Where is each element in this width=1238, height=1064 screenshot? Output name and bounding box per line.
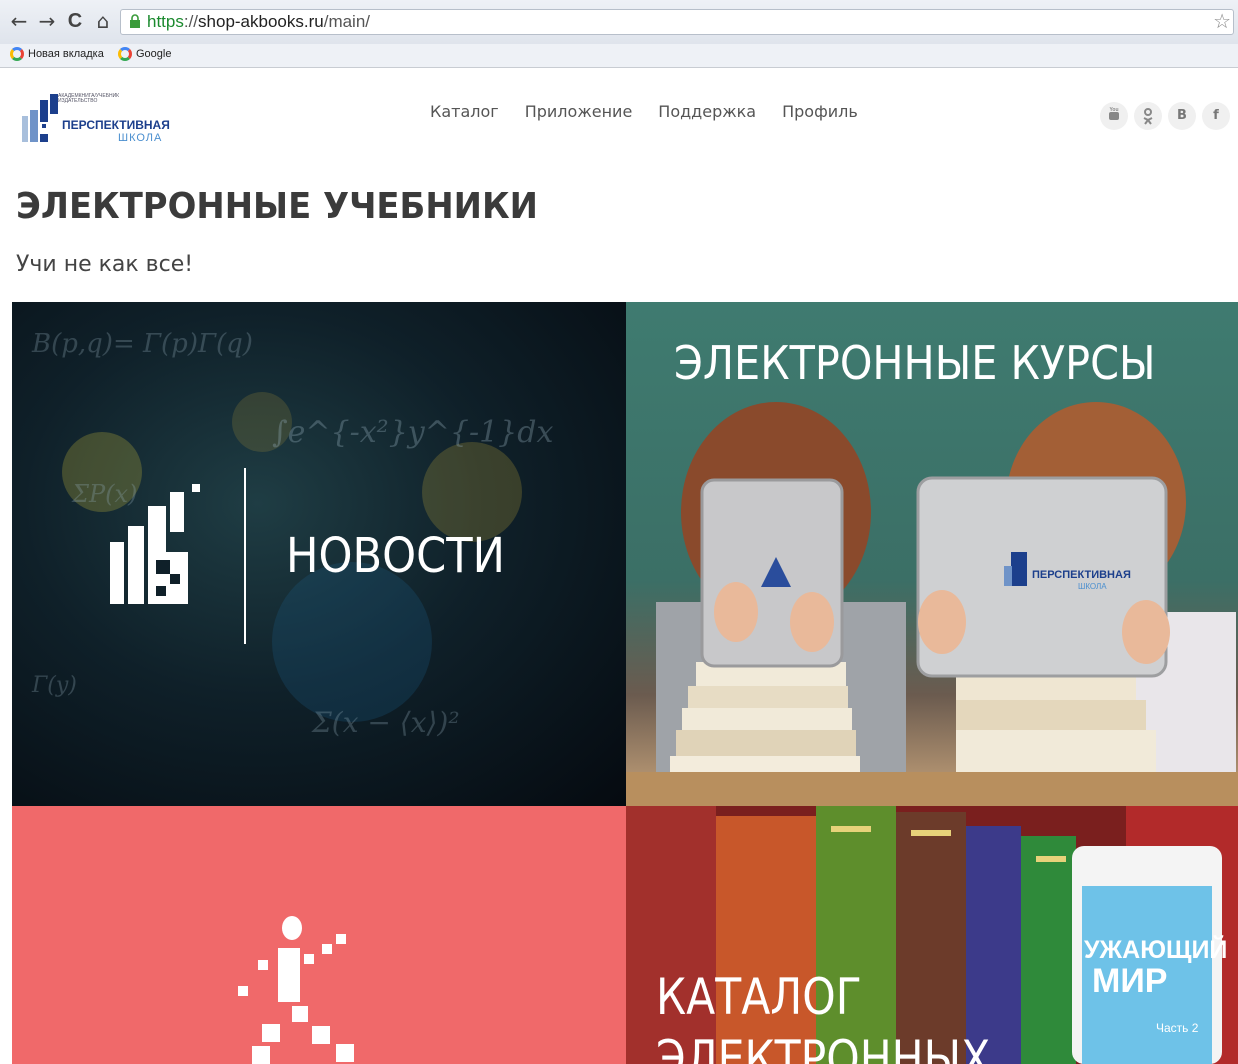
address-bar[interactable]: https://shop-akbooks.ru/main/ ☆ [120, 9, 1234, 35]
news-label: НОВОСТИ [286, 528, 505, 584]
bookmark-new-tab[interactable]: Новая вкладка [10, 47, 104, 61]
courses-label: ЭЛЕКТРОННЫЕ КУРСЫ [674, 336, 1156, 390]
book-cover-line1: УЖАЮЩИЙ [1084, 934, 1227, 964]
odnoklassniki-icon[interactable] [1134, 102, 1162, 130]
url-host: shop-akbooks.ru [198, 12, 324, 31]
svg-text:Σ(x − ⟨x⟩)²: Σ(x − ⟨x⟩)² [311, 706, 460, 739]
catalog-label-line1: КАТАЛОГ [656, 968, 862, 1026]
nav-item-catalog[interactable]: Каталог [430, 102, 499, 121]
vk-icon[interactable]: B [1168, 102, 1196, 130]
logo-title: ПЕРСПЕКТИВНАЯ [62, 118, 170, 132]
book-cover-part: Часть 2 [1156, 1021, 1199, 1035]
page-title: ЭЛЕКТРОННЫЕ УЧЕБНИКИ [16, 186, 538, 227]
url-text: https://shop-akbooks.ru/main/ [147, 10, 370, 34]
forward-arrow-icon[interactable]: → [36, 9, 58, 33]
home-icon[interactable]: ⌂ [92, 9, 114, 33]
svg-text:∫e^{-x²}y^{-1}dx: ∫e^{-x²}y^{-1}dx [272, 415, 553, 450]
youtube-glyph: You [1109, 107, 1119, 120]
catalog-label: КАТАЛОГ ЭЛЕКТРОННЫХ [656, 966, 990, 1064]
courses-tile[interactable]: ПЕРСПЕКТИВНАЯ ШКОЛА ЭЛЕКТРОННЫЕ КУРСЫ [626, 302, 1238, 806]
promo-tile[interactable] [12, 806, 626, 1064]
facebook-icon[interactable]: f [1202, 102, 1230, 130]
bookmark-label: Google [136, 48, 172, 60]
main-navigation: Каталог Приложение Поддержка Профиль [430, 102, 858, 121]
news-tile[interactable]: ∫e^{-x²}y^{-1}dx B(p,q)= Γ(p)Γ(q) ΣP(x) … [12, 302, 626, 806]
svg-text:You: You [1109, 107, 1118, 113]
bookmarks-bar: Новая вкладка Google [0, 44, 1238, 68]
url-scheme: https [147, 12, 184, 31]
google-icon [118, 47, 132, 61]
running-figure-icon [238, 916, 354, 1064]
ok-glyph [1143, 108, 1153, 125]
logo-small-text: АКАДЕМКНИГА/УЧЕБНИК ИЗДАТЕЛЬСТВО [58, 94, 138, 104]
logo-subtitle: ШКОЛА [118, 132, 163, 144]
lock-icon [130, 14, 140, 28]
logo-mark-icon [22, 94, 58, 142]
logo-small-line: ИЗДАТЕЛЬСТВО [58, 98, 98, 104]
nav-item-support[interactable]: Поддержка [658, 102, 756, 121]
social-links: You B f [1100, 102, 1230, 130]
google-icon [10, 47, 24, 61]
bookmark-google[interactable]: Google [118, 47, 171, 61]
reload-icon[interactable]: C [64, 9, 86, 33]
svg-text:ШКОЛА: ШКОЛА [1078, 582, 1107, 591]
svg-text:Γ(y): Γ(y) [31, 673, 77, 698]
url-separator: :// [183, 12, 199, 31]
bookmark-label: Новая вкладка [28, 48, 104, 60]
nav-item-profile[interactable]: Профиль [782, 102, 858, 121]
catalog-label-line2: ЭЛЕКТРОННЫХ [656, 1030, 991, 1064]
catalog-tile[interactable]: УЖАЮЩИЙ МИР Часть 2 КАТАЛОГ ЭЛЕКТРОННЫХ [626, 806, 1238, 1064]
news-divider [244, 468, 246, 644]
svg-text:B(p,q)= Γ(p)Γ(q): B(p,q)= Γ(p)Γ(q) [31, 329, 253, 359]
page-subtitle: Учи не как все! [16, 252, 194, 277]
book-cover-line2: МИР [1092, 962, 1167, 1000]
browser-toolbar: ← → C ⌂ https://shop-akbooks.ru/main/ ☆ [0, 0, 1238, 44]
url-path: /main/ [323, 12, 371, 31]
back-arrow-icon[interactable]: ← [8, 9, 30, 33]
bookmark-star-icon[interactable]: ☆ [1213, 10, 1231, 34]
youtube-icon[interactable]: You [1100, 102, 1128, 130]
svg-text:ПЕРСПЕКТИВНАЯ: ПЕРСПЕКТИВНАЯ [1032, 569, 1131, 581]
site-logo[interactable]: АКАДЕМКНИГА/УЧЕБНИК ИЗДАТЕЛЬСТВО ПЕРСПЕК… [20, 92, 170, 146]
publisher-logo-icon [110, 484, 200, 604]
nav-item-app[interactable]: Приложение [525, 102, 633, 121]
